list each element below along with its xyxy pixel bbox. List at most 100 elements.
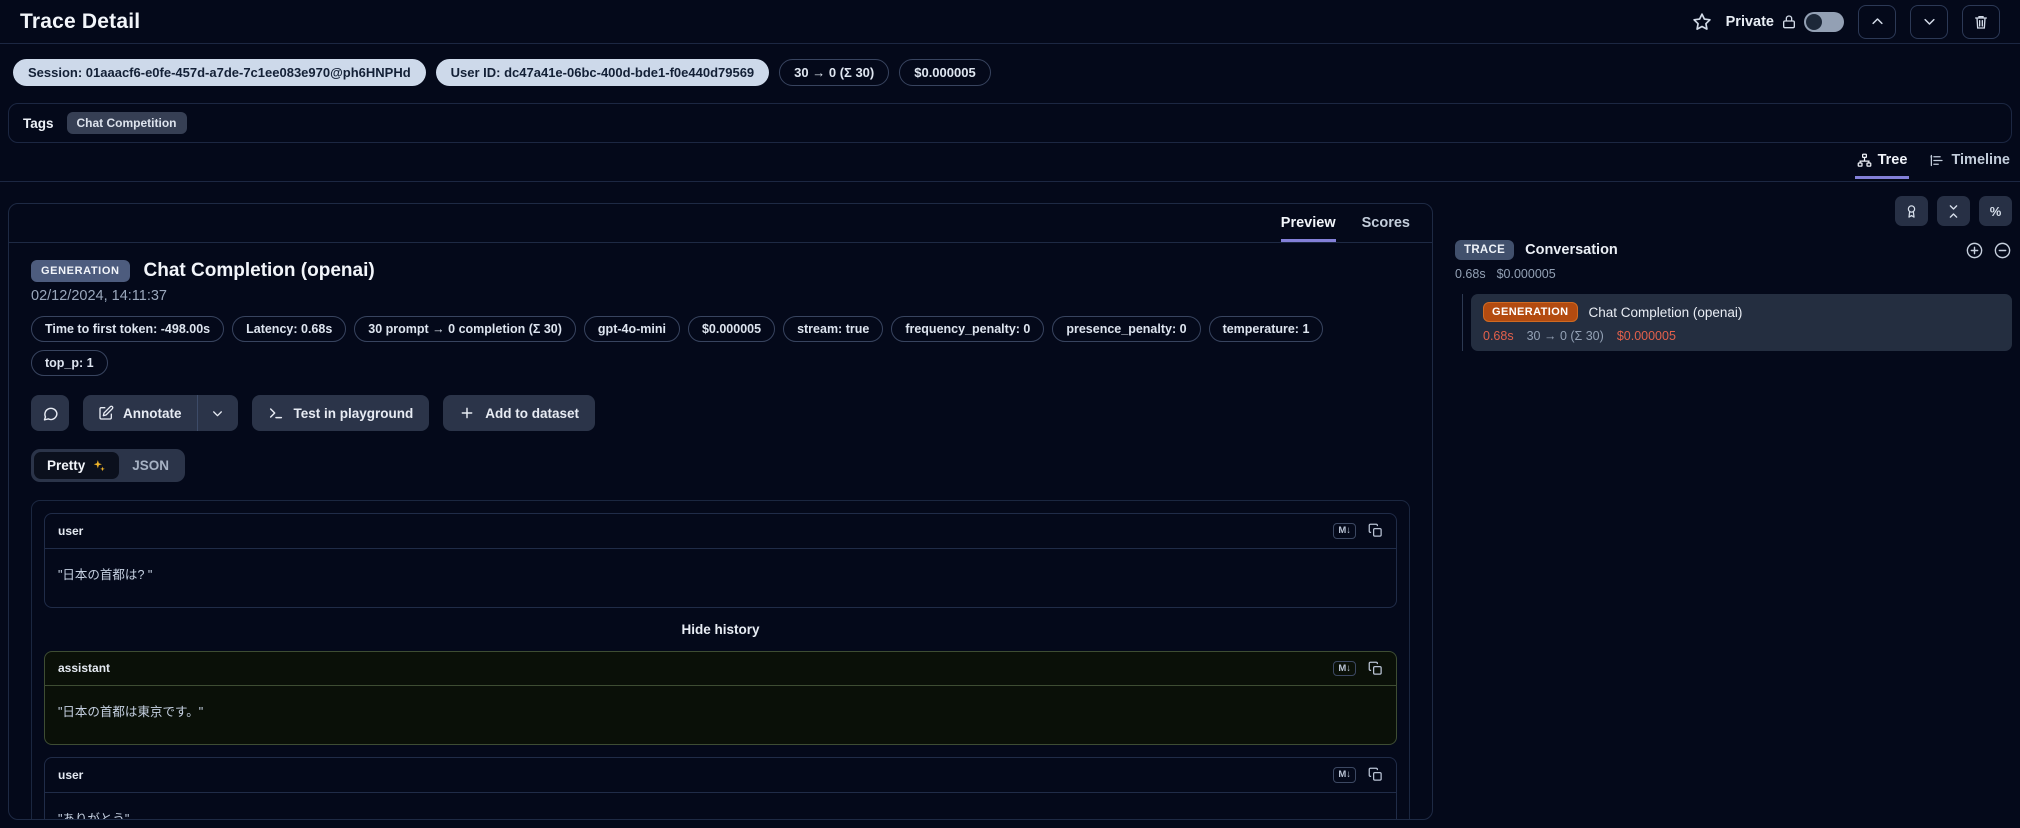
collapse-tree-icon[interactable] bbox=[1993, 241, 2012, 260]
bookmark-star-icon[interactable] bbox=[1692, 12, 1712, 32]
edit-icon bbox=[98, 405, 114, 421]
message-user-2: user M↓ "ありがとう" bbox=[44, 757, 1397, 820]
actions-row: Annotate Test in playground Add to datas… bbox=[31, 395, 1410, 431]
token-usage-badge: 30 → 0 (Σ 30) bbox=[779, 59, 890, 86]
messages-container: user M↓ "日本の首都は? " Hide history assistan… bbox=[31, 500, 1410, 820]
tab-tree[interactable]: Tree bbox=[1854, 148, 1910, 179]
metric-stream: stream: true bbox=[783, 316, 884, 342]
panel-tabbar: Preview Scores bbox=[9, 204, 1432, 243]
tab-tree-label: Tree bbox=[1877, 152, 1908, 168]
tag-chip[interactable]: Chat Competition bbox=[66, 112, 187, 134]
chevron-up-icon bbox=[1870, 14, 1885, 29]
tab-timeline[interactable]: Timeline bbox=[1927, 148, 2012, 179]
tree-item-latency: 0.68s bbox=[1483, 329, 1514, 343]
playground-label: Test in playground bbox=[293, 405, 414, 421]
tab-timeline-label: Timeline bbox=[1951, 152, 2010, 168]
trace-meta-badges: Session: 01aaacf6-e0fe-457d-a7de-7c1ee08… bbox=[13, 59, 991, 86]
tree-item-title: Chat Completion (openai) bbox=[1588, 304, 1743, 320]
timeline-icon bbox=[1929, 153, 1945, 168]
tree-item-generation[interactable]: GENERATION Chat Completion (openai) 0.68… bbox=[1471, 294, 2012, 351]
add-to-dataset-label: Add to dataset bbox=[485, 405, 580, 421]
comment-button[interactable] bbox=[31, 395, 69, 431]
metric-frequency-penalty: frequency_penalty: 0 bbox=[891, 316, 1045, 342]
copy-icon[interactable] bbox=[1368, 767, 1383, 782]
metric-top-p: top_p: 1 bbox=[31, 350, 108, 376]
metric-time-to-first-token: Time to first token: -498.00s bbox=[31, 316, 225, 342]
annotate-button[interactable]: Annotate bbox=[83, 395, 197, 431]
delete-trace-button[interactable] bbox=[1962, 4, 2000, 39]
chevron-down-icon bbox=[211, 407, 224, 420]
hide-history-button[interactable]: Hide history bbox=[44, 622, 1397, 637]
message-assistant: assistant M↓ "日本の首都は東京です。" bbox=[44, 650, 1397, 745]
next-trace-button[interactable] bbox=[1910, 4, 1948, 39]
tab-scores[interactable]: Scores bbox=[1362, 215, 1410, 242]
tree-icon bbox=[1857, 153, 1872, 168]
plus-icon bbox=[459, 405, 475, 421]
expand-all-icon[interactable] bbox=[1965, 241, 1984, 260]
comment-icon bbox=[42, 405, 59, 422]
metric-temperature: temperature: 1 bbox=[1208, 316, 1324, 342]
tags-label: Tags bbox=[23, 115, 54, 131]
trash-icon bbox=[1973, 14, 1989, 30]
observation-title: Chat Completion (openai) bbox=[143, 260, 375, 281]
sparkles-icon bbox=[92, 459, 106, 473]
add-to-dataset-button[interactable]: Add to dataset bbox=[443, 395, 596, 431]
pretty-toggle[interactable]: Pretty bbox=[34, 452, 120, 479]
cost-badge: $0.000005 bbox=[899, 59, 991, 86]
observation-metrics: Time to first token: -498.00s Latency: 0… bbox=[31, 316, 1371, 376]
show-metrics-button[interactable]: % bbox=[1979, 196, 2012, 226]
markdown-toggle-icon[interactable]: M↓ bbox=[1333, 767, 1356, 783]
message-role: user bbox=[58, 767, 84, 782]
annotate-split-button: Annotate bbox=[83, 395, 238, 431]
message-content: "日本の首都は東京です。" bbox=[58, 705, 204, 719]
tabs-divider bbox=[0, 181, 2020, 182]
page-title: Trace Detail bbox=[20, 9, 141, 33]
percent-icon: % bbox=[1989, 203, 2002, 219]
user-id-badge[interactable]: User ID: dc47a41e-06bc-400d-bde1-f0e440d… bbox=[435, 59, 770, 86]
view-tabs: Tree Timeline bbox=[1854, 148, 2012, 179]
annotate-dropdown-button[interactable] bbox=[198, 395, 238, 431]
annotate-label: Annotate bbox=[123, 405, 182, 421]
message-user-1: user M↓ "日本の首都は? " bbox=[44, 513, 1397, 608]
markdown-toggle-icon[interactable]: M↓ bbox=[1333, 523, 1356, 539]
tree-item-tokens: 30 → 0 (Σ 30) bbox=[1526, 329, 1604, 343]
copy-icon[interactable] bbox=[1368, 523, 1383, 538]
json-toggle[interactable]: JSON bbox=[119, 452, 182, 479]
message-role: assistant bbox=[58, 661, 111, 676]
generation-badge: GENERATION bbox=[1483, 302, 1578, 322]
prev-trace-button[interactable] bbox=[1858, 4, 1896, 39]
scores-toggle-button[interactable] bbox=[1895, 196, 1928, 226]
metric-latency: Latency: 0.68s bbox=[232, 316, 347, 342]
page-header: Trace Detail Private bbox=[0, 0, 2020, 44]
session-badge[interactable]: Session: 01aaacf6-e0fe-457d-a7de-7c1ee08… bbox=[13, 59, 426, 86]
trace-root-row[interactable]: TRACE Conversation bbox=[1449, 240, 2012, 260]
generation-type-badge: GENERATION bbox=[31, 260, 130, 282]
privacy-label: Private bbox=[1725, 13, 1774, 30]
metric-cost: $0.000005 bbox=[687, 316, 776, 342]
tree-item-cost: $0.000005 bbox=[1616, 329, 1676, 343]
trace-badge: TRACE bbox=[1455, 240, 1515, 260]
observation-timestamp: 02/12/2024, 14:11:37 bbox=[31, 288, 167, 304]
message-content: "ありがとう" bbox=[58, 811, 130, 820]
privacy-control: Private bbox=[1725, 11, 1844, 32]
playground-button[interactable]: Test in playground bbox=[251, 395, 430, 431]
trace-cost: $0.000005 bbox=[1496, 267, 1556, 281]
tab-preview[interactable]: Preview bbox=[1280, 215, 1336, 242]
markdown-toggle-icon[interactable]: M↓ bbox=[1333, 660, 1356, 676]
tags-row: Tags Chat Competition bbox=[8, 103, 2012, 143]
award-icon bbox=[1904, 204, 1919, 219]
collapse-all-button[interactable] bbox=[1937, 196, 1970, 226]
trace-tree-sidebar: % TRACE Conversation 0.68s $0.000005 GEN… bbox=[1449, 196, 2012, 351]
trace-metrics: 0.68s $0.000005 bbox=[1449, 267, 2012, 281]
chevron-down-icon bbox=[1922, 14, 1937, 29]
lock-icon bbox=[1781, 14, 1797, 30]
message-role: user bbox=[58, 523, 84, 538]
metric-model[interactable]: gpt-4o-mini bbox=[583, 316, 680, 342]
tree-controls: % bbox=[1449, 196, 2012, 226]
copy-icon[interactable] bbox=[1368, 661, 1383, 676]
message-content: "日本の首都は? " bbox=[58, 567, 153, 582]
metric-tokens: 30 prompt → 0 completion (Σ 30) bbox=[354, 316, 576, 342]
trace-title: Conversation bbox=[1525, 242, 1618, 258]
metric-presence-penalty: presence_penalty: 0 bbox=[1052, 316, 1201, 342]
public-toggle[interactable] bbox=[1804, 11, 1844, 32]
